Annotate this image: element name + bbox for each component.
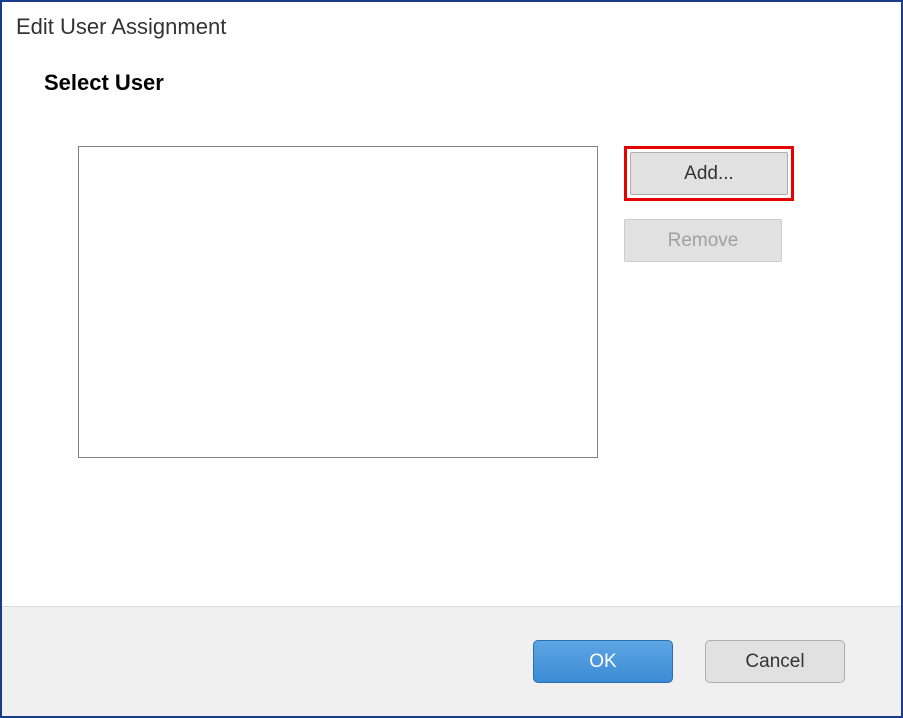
dialog-title: Edit User Assignment — [2, 2, 901, 52]
cancel-button[interactable]: Cancel — [705, 640, 845, 683]
section-heading: Select User — [44, 70, 873, 96]
dialog-content-area: Select User Add... Remove — [2, 52, 901, 606]
dialog-window: Edit User Assignment Select User Add... … — [0, 0, 903, 718]
main-area: Add... Remove — [78, 146, 873, 458]
button-column: Add... Remove — [624, 146, 794, 458]
user-list-box[interactable] — [78, 146, 598, 458]
ok-button[interactable]: OK — [533, 640, 673, 683]
add-button-highlight: Add... — [624, 146, 794, 201]
add-button[interactable]: Add... — [630, 152, 788, 195]
dialog-footer: OK Cancel — [2, 606, 901, 716]
remove-button[interactable]: Remove — [624, 219, 782, 262]
